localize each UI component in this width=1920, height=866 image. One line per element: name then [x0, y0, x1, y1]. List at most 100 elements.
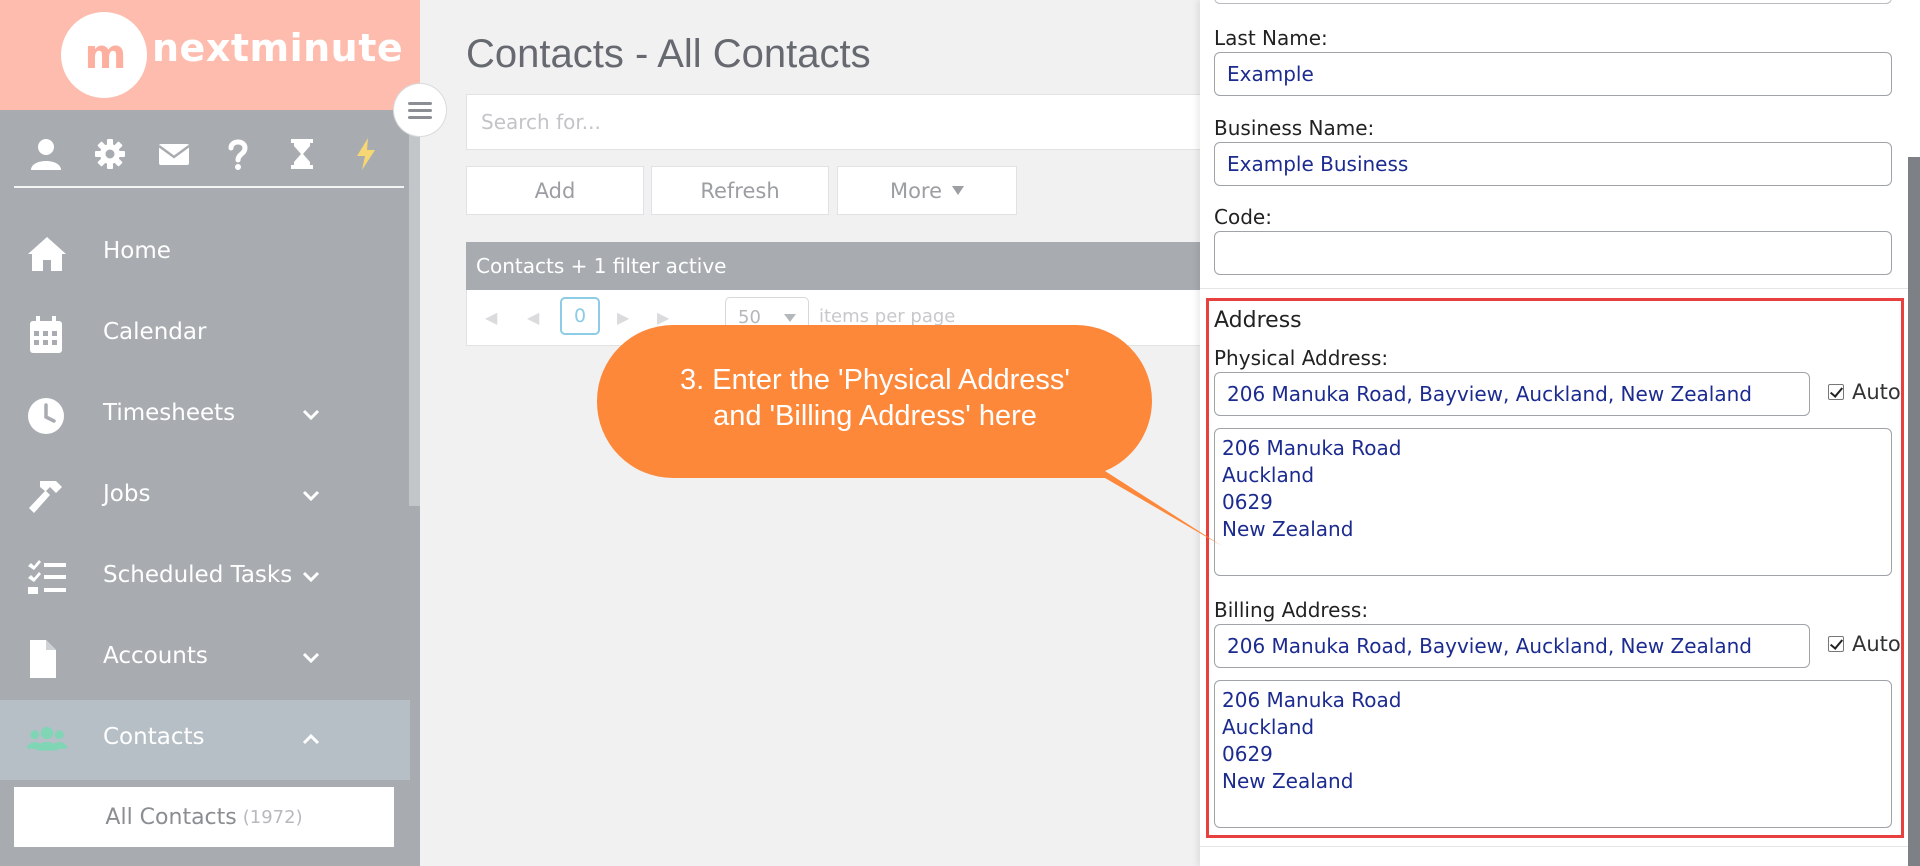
user-icon[interactable] [14, 132, 78, 176]
bolt-icon[interactable] [334, 132, 398, 176]
search-box [466, 94, 1206, 150]
sidebar-item-scheduled-tasks[interactable]: Scheduled Tasks [0, 538, 410, 618]
address-line: 206 Manuka Road [1222, 436, 1402, 460]
address-line: 0629 [1222, 490, 1273, 514]
more-button[interactable]: More [837, 166, 1017, 215]
chevron-down-icon [302, 571, 320, 583]
business-name-label: Business Name: [1214, 116, 1375, 140]
page-size-select[interactable]: 50 [725, 297, 809, 337]
sidebar-scrollbar[interactable] [409, 98, 420, 506]
subitem-count: (1972) [242, 806, 303, 828]
grid-header-label: Contacts + 1 filter active [476, 254, 727, 278]
caret-down-icon [784, 314, 796, 322]
address-line: New Zealand [1222, 769, 1354, 793]
grid-pager: ◀ ◀ 0 ▶ ▶ 50 items per page [466, 290, 1206, 346]
code-label: Code: [1214, 205, 1272, 229]
panel-scrollbar[interactable] [1908, 157, 1920, 866]
search-input[interactable] [467, 95, 1206, 149]
physical-auto-toggle[interactable]: Auto [1828, 380, 1901, 404]
address-line: 0629 [1222, 742, 1273, 766]
physical-auto-checkbox[interactable] [1828, 384, 1844, 400]
chevron-up-icon [302, 733, 320, 745]
last-page-icon[interactable]: ▶ [657, 308, 671, 327]
callout-text: 3. Enter the 'Physical Address' and 'Bil… [600, 362, 1150, 434]
billing-address-label: Billing Address: [1214, 598, 1369, 622]
auto-label: Auto [1852, 380, 1901, 404]
sidebar-item-label: Calendar [103, 319, 207, 345]
brand-name: nextminute [152, 26, 404, 70]
sidebar-item-label: Accounts [103, 643, 208, 669]
caret-down-icon [952, 186, 965, 195]
physical-address-label: Physical Address: [1214, 346, 1389, 370]
sidebar-item-jobs[interactable]: Jobs [0, 457, 410, 537]
brand-logo-mark: m [84, 32, 127, 78]
callout-bubble [596, 325, 1222, 546]
auto-label: Auto [1852, 632, 1901, 656]
tasks-icon [28, 560, 66, 594]
sidebar-item-home[interactable]: Home [0, 214, 410, 294]
prev-page-icon[interactable]: ◀ [527, 308, 541, 327]
sidebar-top-icons [14, 132, 404, 188]
refresh-button-label: Refresh [700, 178, 780, 203]
address-section-title: Address [1214, 308, 1302, 333]
gear-icon[interactable] [78, 132, 142, 176]
chevron-down-icon [302, 490, 320, 502]
brand-logo[interactable]: m [61, 12, 147, 98]
sidebar-item-label: Home [103, 238, 171, 264]
divider [1200, 288, 1920, 289]
sidebar-item-label: Timesheets [103, 400, 236, 426]
billing-address-textarea[interactable]: 206 Manuka Road Auckland 0629 New Zealan… [1214, 680, 1892, 828]
billing-auto-toggle[interactable]: Auto [1828, 632, 1901, 656]
page-size-value: 50 [738, 306, 761, 328]
sidebar-item-label: Contacts [103, 724, 205, 750]
chevron-down-icon [302, 409, 320, 421]
first-name-field-edge[interactable] [1214, 0, 1892, 4]
clock-icon [28, 398, 64, 434]
page-title: Contacts - All Contacts [466, 32, 871, 76]
sidebar-item-contacts[interactable]: Contacts [0, 700, 410, 780]
hourglass-icon[interactable] [270, 132, 334, 176]
address-line: New Zealand [1222, 517, 1354, 541]
sidebar-item-accounts[interactable]: Accounts [0, 619, 410, 699]
code-field[interactable] [1214, 231, 1892, 275]
business-name-field[interactable]: Example Business [1214, 142, 1892, 186]
chevron-down-icon [302, 652, 320, 664]
billing-address-field[interactable]: 206 Manuka Road, Bayview, Auckland, New … [1214, 624, 1810, 668]
address-line: Auckland [1222, 463, 1315, 487]
current-page[interactable]: 0 [560, 297, 600, 335]
refresh-button[interactable]: Refresh [651, 166, 829, 215]
envelope-icon[interactable] [142, 132, 206, 176]
sidebar-subitem-all-contacts[interactable]: All Contacts (1972) [14, 787, 394, 847]
question-icon[interactable] [206, 132, 270, 176]
sidebar-item-label: Jobs [103, 481, 151, 507]
callout-line-1: 3. Enter the 'Physical Address' [680, 364, 1070, 396]
last-name-field[interactable]: Example [1214, 52, 1892, 96]
more-button-label: More [889, 178, 943, 203]
physical-address-field[interactable]: 206 Manuka Road, Bayview, Auckland, New … [1214, 372, 1810, 416]
first-page-icon[interactable]: ◀ [485, 308, 499, 327]
subitem-label: All Contacts [105, 804, 237, 830]
home-icon [28, 237, 66, 271]
brand-header: m nextminute [0, 0, 420, 110]
physical-address-textarea[interactable]: 206 Manuka Road Auckland 0629 New Zealan… [1214, 428, 1892, 576]
document-icon [30, 640, 56, 678]
users-icon [26, 726, 68, 751]
address-line: Auckland [1222, 715, 1315, 739]
add-button-label: Add [534, 178, 576, 203]
sidebar-item-calendar[interactable]: Calendar [0, 295, 410, 375]
next-page-icon[interactable]: ▶ [617, 308, 631, 327]
add-button[interactable]: Add [466, 166, 644, 215]
divider [1200, 846, 1920, 847]
hammer-icon [29, 481, 62, 513]
callout-line-2: and 'Billing Address' here [713, 400, 1037, 432]
contact-edit-panel: Last Name: Example Business Name: Exampl… [1200, 0, 1920, 866]
address-line: 206 Manuka Road [1222, 688, 1402, 712]
billing-auto-checkbox[interactable] [1828, 636, 1844, 652]
sidebar: m nextminute Home Calendar Timesheets Jo… [0, 0, 420, 866]
menu-toggle-button[interactable] [394, 84, 446, 136]
hamburger-icon [408, 101, 432, 105]
calendar-icon [30, 316, 62, 353]
grid-header: Contacts + 1 filter active [466, 242, 1206, 290]
last-name-label: Last Name: [1214, 26, 1328, 50]
sidebar-item-timesheets[interactable]: Timesheets [0, 376, 410, 456]
